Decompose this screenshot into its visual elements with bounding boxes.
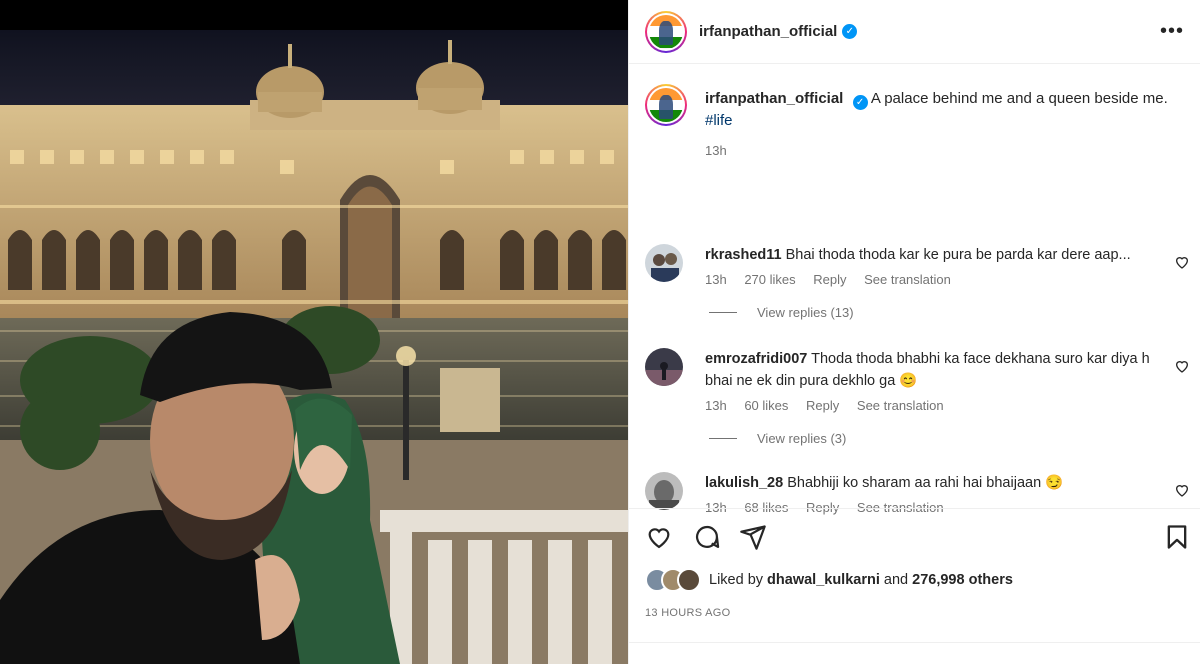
- comment-meta: 13h 270 likes Reply See translation: [705, 272, 1152, 287]
- add-comment-bar: [629, 642, 1200, 664]
- caption-text: A palace behind me and a queen beside me…: [870, 90, 1168, 107]
- comment-username[interactable]: emrozafridi007: [705, 351, 807, 367]
- post-image-illustration: [0, 0, 628, 664]
- see-translation-link[interactable]: See translation: [864, 272, 951, 287]
- comment-text-block: emrozafridi007 Thoda thoda bhabhi ka fac…: [705, 348, 1152, 392]
- liker-avatar: [677, 568, 701, 592]
- liked-by-user[interactable]: dhawal_kulkarni: [767, 572, 880, 588]
- comment-item: rkrashed11 Bhai thoda thoda kar ke pura …: [629, 244, 1200, 287]
- post-timestamp[interactable]: 13 HOURS AGO: [645, 607, 731, 619]
- comment-likes[interactable]: 270 likes: [744, 272, 795, 287]
- post-photo[interactable]: [0, 0, 628, 664]
- replies-divider: [709, 438, 737, 439]
- heart-icon[interactable]: [1174, 482, 1190, 498]
- caption-username[interactable]: irfanpathan_official: [705, 90, 843, 107]
- heart-icon[interactable]: [645, 523, 673, 551]
- author-username[interactable]: irfanpathan_official: [699, 23, 837, 40]
- liked-by-prefix: Liked by: [709, 572, 764, 588]
- view-replies-button[interactable]: View replies (3): [629, 431, 1200, 446]
- commenter-avatar[interactable]: [645, 472, 683, 510]
- instagram-post-view: irfanpathan_official ✓ ••• irfanpathan_o…: [0, 0, 1200, 664]
- author-avatar[interactable]: [645, 10, 687, 53]
- bookmark-icon[interactable]: [1163, 523, 1191, 551]
- action-bar: [629, 508, 1200, 564]
- view-replies-button[interactable]: View replies (13): [629, 305, 1200, 320]
- liked-by-others[interactable]: 276,998 others: [912, 572, 1013, 588]
- post-caption: irfanpathan_official ✓ A palace behind m…: [629, 64, 1200, 220]
- emoji-icon: 😏: [1045, 475, 1064, 491]
- comment-time: 13h: [705, 398, 727, 413]
- avatar-image: [649, 14, 683, 49]
- verified-icon: ✓: [842, 24, 858, 39]
- comment-meta: 13h 60 likes Reply See translation: [705, 398, 1152, 413]
- more-options-icon[interactable]: •••: [1160, 21, 1184, 41]
- caption-time: 13h: [705, 143, 727, 158]
- caption-text-block: irfanpathan_official ✓ A palace behind m…: [705, 84, 1184, 131]
- avatar-image: [649, 88, 683, 122]
- comment-item: emrozafridi007 Thoda thoda bhabhi ka fac…: [629, 348, 1200, 413]
- post-header: irfanpathan_official ✓ •••: [629, 0, 1200, 64]
- comment-text-block: lakulish_28 Bhabhiji ko sharam aa rahi h…: [705, 472, 1152, 494]
- verified-icon: ✓: [852, 95, 868, 110]
- comment-time: 13h: [705, 272, 727, 287]
- view-replies-label: View replies (3): [757, 431, 847, 446]
- comment-icon[interactable]: [693, 523, 721, 551]
- commenter-avatar[interactable]: [645, 244, 683, 282]
- liked-by-and: and: [883, 572, 909, 588]
- post-side-panel: irfanpathan_official ✓ ••• irfanpathan_o…: [628, 0, 1200, 664]
- see-translation-link[interactable]: See translation: [857, 398, 944, 413]
- comment-text: Bhai thoda thoda kar ke pura be parda ka…: [785, 247, 1131, 263]
- reply-button[interactable]: Reply: [806, 398, 839, 413]
- share-icon[interactable]: [739, 523, 767, 551]
- view-replies-label: View replies (13): [757, 305, 854, 320]
- comment-text: Bhabhiji ko sharam aa rahi hai bhaijaan: [787, 475, 1042, 491]
- liked-by-row: Liked by dhawal_kulkarni and 276,998 oth…: [645, 568, 1013, 592]
- heart-icon[interactable]: [1174, 254, 1190, 270]
- reply-button[interactable]: Reply: [813, 272, 846, 287]
- comment-likes[interactable]: 60 likes: [744, 398, 788, 413]
- heart-icon[interactable]: [1174, 358, 1190, 374]
- commenter-avatar[interactable]: [645, 348, 683, 386]
- hashtag-link[interactable]: #life: [705, 112, 733, 129]
- emoji-icon: 😊: [899, 373, 918, 389]
- caption-author-avatar[interactable]: [645, 84, 687, 126]
- replies-divider: [709, 312, 737, 313]
- comment-username[interactable]: lakulish_28: [705, 475, 783, 491]
- liker-avatars[interactable]: [645, 568, 703, 592]
- comment-text-block: rkrashed11 Bhai thoda thoda kar ke pura …: [705, 244, 1152, 266]
- comment-username[interactable]: rkrashed11: [705, 247, 782, 263]
